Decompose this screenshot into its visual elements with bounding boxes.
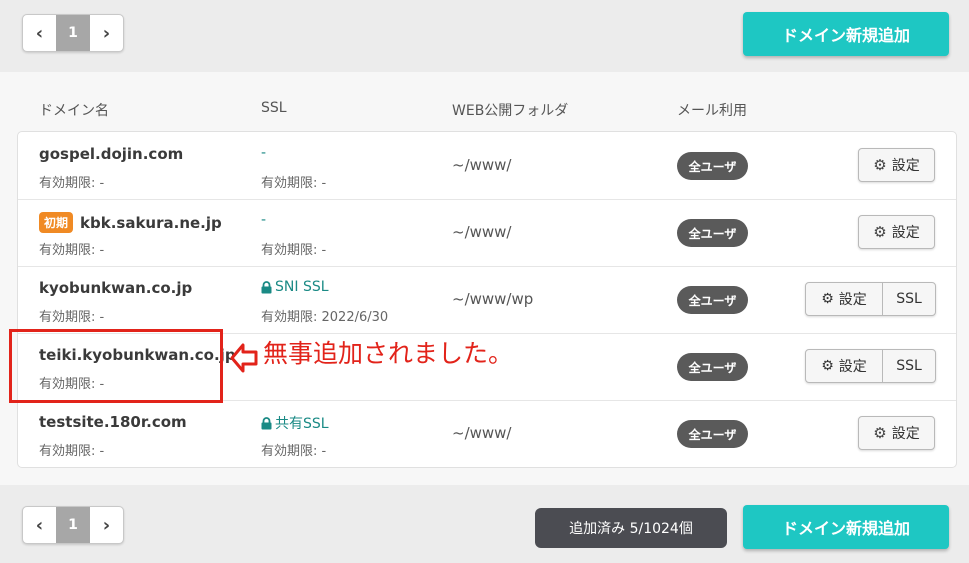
page-number-button[interactable]: 1 — [56, 507, 90, 543]
table-row: testsite.180r.com 有効期限: - 共有SSL 有効期限: - … — [18, 400, 956, 467]
domain-name[interactable]: kyobunkwan.co.jp — [39, 279, 192, 297]
settings-button[interactable]: ⚙ 設定 — [858, 215, 935, 249]
column-header-folder: WEB公開フォルダ — [452, 103, 569, 119]
domain-name[interactable]: testsite.180r.com — [39, 413, 187, 431]
mail-usage-badge: 全ユーザ — [677, 219, 748, 247]
page-number-button[interactable]: 1 — [56, 15, 90, 51]
arrow-left-icon — [230, 343, 258, 373]
pagination: ‹ 1 › — [22, 14, 124, 52]
domain-count-badge: 追加済み 5/1024個 — [535, 508, 727, 548]
pagination: ‹ 1 › — [22, 506, 124, 544]
web-folder: ~/www/ — [452, 424, 512, 442]
settings-button[interactable]: ⚙ 設定 — [806, 350, 883, 382]
ssl-status[interactable]: 共有SSL — [261, 413, 329, 433]
next-page-button[interactable]: › — [90, 15, 123, 51]
web-folder: ~/www/wp — [452, 290, 534, 308]
row-button-group: ⚙ 設定 SSL — [805, 282, 936, 316]
settings-button[interactable]: ⚙ 設定 — [858, 148, 935, 182]
domain-expiry: 有効期限: - — [39, 176, 105, 191]
ssl-status[interactable]: SNI SSL — [261, 279, 329, 295]
lock-icon — [261, 280, 272, 293]
row-button-group: ⚙ 設定 SSL — [805, 349, 936, 383]
table-row: kyobunkwan.co.jp 有効期限: - SNI SSL 有効期限: 2… — [18, 266, 956, 334]
annotation-highlight-box — [9, 329, 223, 403]
column-header-ssl: SSL — [261, 100, 287, 116]
gear-icon: ⚙ — [821, 291, 834, 307]
lock-icon — [261, 416, 272, 429]
gear-icon: ⚙ — [873, 424, 887, 442]
domain-expiry: 有効期限: - — [39, 310, 105, 325]
initial-domain-tag: 初期 — [39, 212, 74, 233]
web-folder: ~/www/ — [452, 156, 512, 174]
annotation-text: 無事追加されました。 — [263, 339, 514, 368]
add-domain-button[interactable]: ドメイン新規追加 — [743, 12, 949, 56]
mail-usage-badge: 全ユーザ — [677, 152, 748, 180]
gear-icon: ⚙ — [821, 358, 834, 374]
top-toolbar: ‹ 1 › ドメイン新規追加 — [0, 0, 969, 72]
mail-usage-badge: 全ユーザ — [677, 286, 748, 314]
settings-button[interactable]: ⚙ 設定 — [806, 283, 883, 315]
domain-expiry: 有効期限: - — [39, 444, 105, 459]
domain-table: gospel.dojin.com 有効期限: - - 有効期限: - ~/www… — [17, 131, 957, 468]
prev-page-button[interactable]: ‹ — [23, 15, 56, 51]
ssl-button[interactable]: SSL — [883, 350, 935, 382]
ssl-button[interactable]: SSL — [883, 283, 935, 315]
bottom-toolbar: ‹ 1 › 追加済み 5/1024個 ドメイン新規追加 — [0, 485, 969, 563]
settings-button[interactable]: ⚙ 設定 — [858, 416, 935, 450]
column-header-domain: ドメイン名 — [39, 103, 109, 119]
domain-expiry: 有効期限: - — [39, 243, 105, 258]
table-row: gospel.dojin.com 有効期限: - - 有効期限: - ~/www… — [18, 132, 956, 200]
domain-name[interactable]: 初期 kbk.sakura.ne.jp — [39, 212, 222, 233]
web-folder: ~/www/ — [452, 223, 512, 241]
next-page-button[interactable]: › — [90, 507, 123, 543]
mail-usage-badge: 全ユーザ — [677, 353, 748, 381]
add-domain-button[interactable]: ドメイン新規追加 — [743, 505, 949, 549]
ssl-expiry: 有効期限: 2022/6/30 — [261, 310, 389, 325]
column-header-mail: メール利用 — [677, 103, 747, 119]
ssl-status[interactable]: - — [261, 212, 266, 228]
prev-page-button[interactable]: ‹ — [23, 507, 56, 543]
ssl-expiry: 有効期限: - — [261, 243, 327, 258]
mail-usage-badge: 全ユーザ — [677, 420, 748, 448]
ssl-status[interactable]: - — [261, 145, 266, 161]
gear-icon: ⚙ — [873, 223, 887, 241]
domain-name[interactable]: gospel.dojin.com — [39, 145, 183, 163]
ssl-expiry: 有効期限: - — [261, 176, 327, 191]
gear-icon: ⚙ — [873, 156, 887, 174]
ssl-expiry: 有効期限: - — [261, 444, 327, 459]
table-row: 初期 kbk.sakura.ne.jp 有効期限: - - 有効期限: - ~/… — [18, 199, 956, 267]
